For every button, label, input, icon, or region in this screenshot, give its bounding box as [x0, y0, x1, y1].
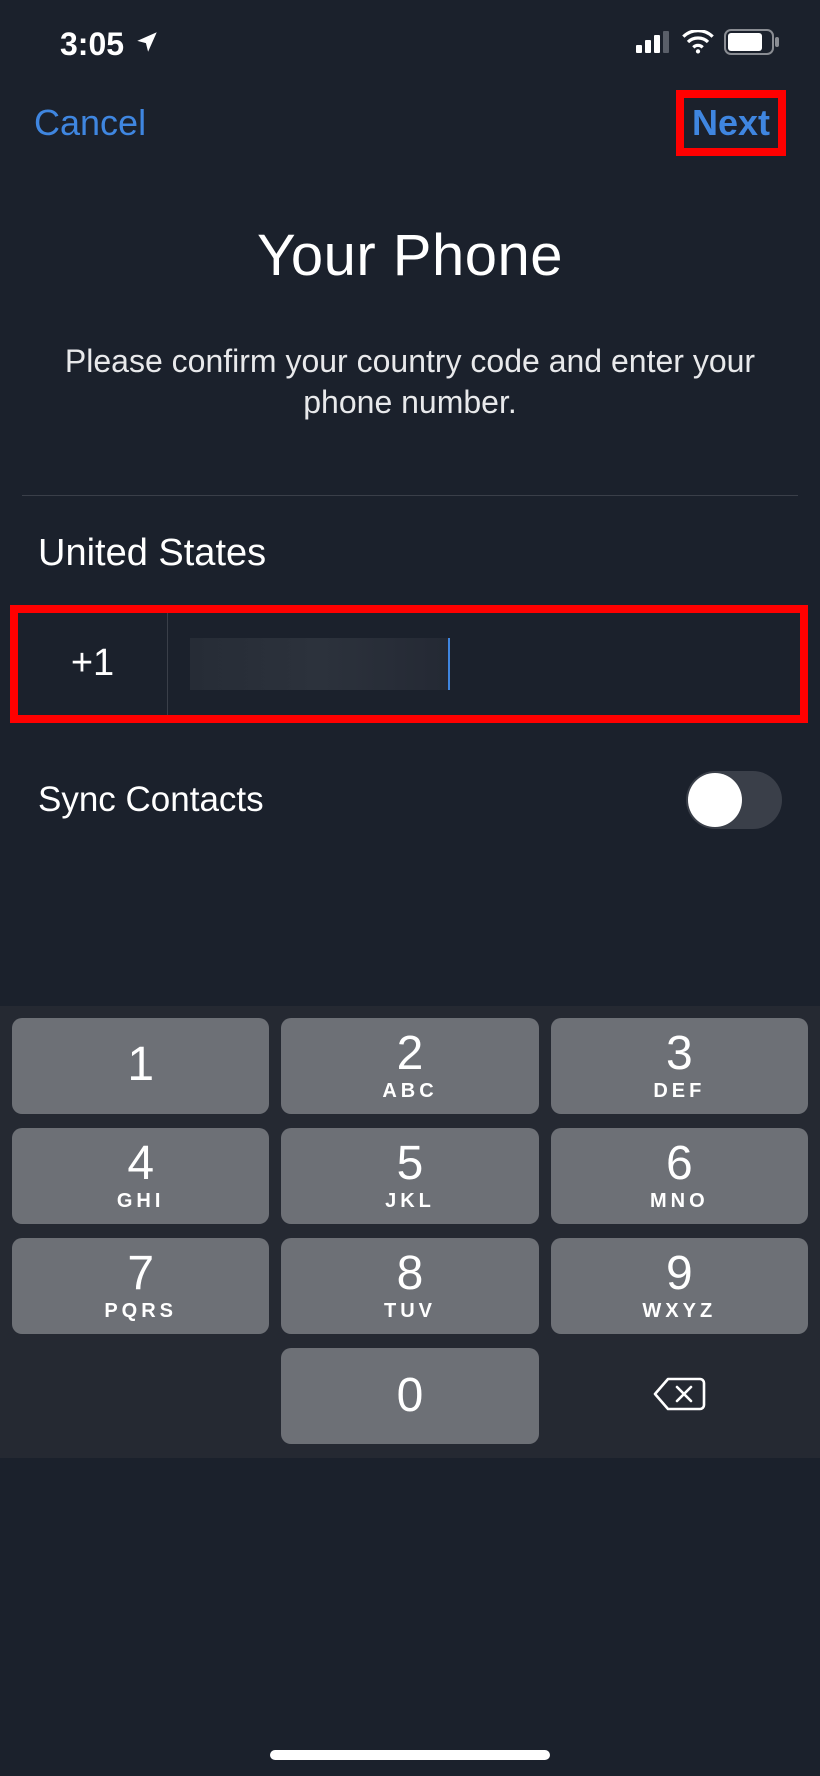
country-selector[interactable]: United States [0, 496, 820, 605]
sync-contacts-label: Sync Contacts [38, 780, 264, 820]
dial-code[interactable]: +1 [18, 613, 168, 715]
key-3[interactable]: 3 DEF [551, 1018, 808, 1114]
key-4[interactable]: 4 GHI [12, 1128, 269, 1224]
wifi-icon [682, 30, 714, 59]
key-8[interactable]: 8 TUV [281, 1238, 538, 1334]
cancel-button[interactable]: Cancel [34, 102, 146, 144]
backspace-icon [652, 1375, 706, 1418]
status-time: 3:05 [60, 26, 124, 63]
phone-row: +1 [18, 613, 800, 715]
phone-input[interactable] [168, 613, 800, 715]
key-5[interactable]: 5 JKL [281, 1128, 538, 1224]
location-arrow-icon [134, 26, 160, 63]
battery-icon [724, 29, 780, 60]
next-button[interactable]: Next [692, 102, 770, 144]
status-left: 3:05 [60, 26, 160, 63]
numeric-keypad: 1 2 ABC 3 DEF 4 GHI 5 JKL 6 MNO 7 PQRS [0, 1006, 820, 1458]
next-highlight-box: Next [676, 90, 786, 156]
keypad-spacer [12, 1348, 269, 1444]
status-right [636, 29, 780, 60]
sync-contacts-row: Sync Contacts [0, 723, 820, 829]
page-subtitle: Please confirm your country code and ent… [60, 341, 760, 423]
nav-bar: Cancel Next [0, 72, 820, 174]
key-0[interactable]: 0 [281, 1348, 538, 1444]
header-block: Your Phone Please confirm your country c… [0, 174, 820, 495]
cellular-icon [636, 31, 672, 58]
key-7[interactable]: 7 PQRS [12, 1238, 269, 1334]
phone-row-highlight-box: +1 [10, 605, 808, 723]
key-9[interactable]: 9 WXYZ [551, 1238, 808, 1334]
key-1[interactable]: 1 [12, 1018, 269, 1114]
phone-number-redacted [190, 638, 450, 690]
country-label: United States [38, 532, 266, 574]
key-6[interactable]: 6 MNO [551, 1128, 808, 1224]
page-title: Your Phone [60, 222, 760, 289]
sync-contacts-toggle[interactable] [686, 771, 782, 829]
home-indicator[interactable] [270, 1750, 550, 1760]
toggle-knob [688, 773, 742, 827]
key-2[interactable]: 2 ABC [281, 1018, 538, 1114]
status-bar: 3:05 [0, 0, 820, 72]
backspace-button[interactable] [551, 1348, 808, 1444]
